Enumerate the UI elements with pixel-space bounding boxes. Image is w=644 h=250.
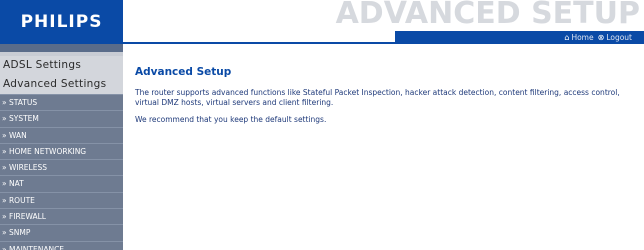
- page-section-title: ADVANCED SETUP: [335, 0, 640, 31]
- brand-logo: PHILIPS: [0, 0, 123, 44]
- sidebar-item-status[interactable]: » STATUS: [0, 94, 123, 111]
- header-nav-bar: ⌂ Home ⊗ Logout: [395, 31, 644, 44]
- main-content: Advanced Setup The router supports advan…: [135, 66, 635, 132]
- logout-icon: ⊗: [597, 33, 605, 42]
- sidebar-item-snmp[interactable]: » SNMP: [0, 224, 123, 241]
- home-icon: ⌂: [564, 33, 570, 42]
- header-divider-left: [0, 44, 123, 52]
- home-link-label: Home: [571, 33, 594, 42]
- logout-link-label: Logout: [606, 33, 632, 42]
- home-link[interactable]: ⌂ Home: [564, 33, 593, 42]
- sidebar-heading-adsl-settings[interactable]: ADSL Settings: [0, 56, 123, 74]
- sidebar-item-home-networking[interactable]: » HOME NETWORKING: [0, 142, 123, 160]
- sidebar: ADSL Settings Advanced Settings » STATUS…: [0, 52, 123, 250]
- sidebar-item-wireless[interactable]: » WIRELESS: [0, 159, 123, 176]
- intro-paragraph: The router supports advanced functions l…: [135, 88, 620, 107]
- recommendation-paragraph: We recommend that you keep the default s…: [135, 115, 327, 124]
- sidebar-item-system[interactable]: » SYSTEM: [0, 110, 123, 127]
- sidebar-heading-advanced-settings[interactable]: Advanced Settings: [0, 74, 123, 94]
- brand-name: PHILIPS: [20, 12, 103, 32]
- logout-link[interactable]: ⊗ Logout: [598, 33, 632, 42]
- page-title: Advanced Setup: [135, 66, 232, 78]
- header-divider-line: [123, 42, 395, 44]
- sidebar-item-route[interactable]: » ROUTE: [0, 191, 123, 209]
- sidebar-item-firewall[interactable]: » FIREWALL: [0, 208, 123, 225]
- sidebar-item-maintenance[interactable]: » MAINTENANCE: [0, 240, 123, 250]
- sidebar-item-wan[interactable]: » WAN: [0, 126, 123, 143]
- sidebar-item-nat[interactable]: » NAT: [0, 175, 123, 192]
